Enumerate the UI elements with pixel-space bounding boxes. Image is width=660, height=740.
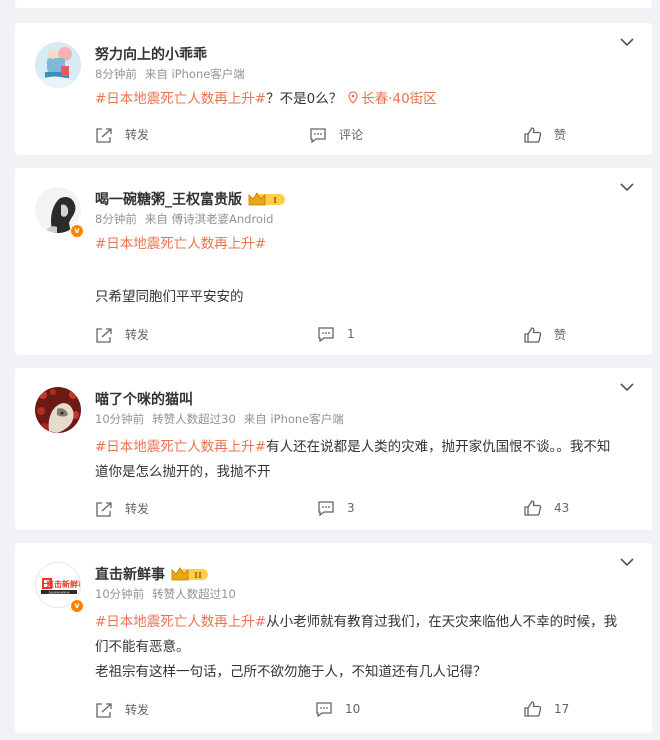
location-pin-icon — [348, 91, 358, 104]
hashtag-link[interactable]: #日本地震死亡人数再上升# — [95, 236, 266, 252]
verified-badge: v — [70, 224, 84, 238]
avatar[interactable] — [35, 42, 81, 88]
chevron-down-icon[interactable] — [618, 555, 636, 569]
post-source: 来自 傅诗淇老婆Android — [144, 212, 274, 226]
like-button[interactable]: 赞 — [524, 126, 566, 143]
comment-count: 3 — [347, 501, 355, 515]
post-text: #日本地震死亡人数再上升#从小老师就有教育过我们，在天灾来临他人不幸的时候，我 … — [95, 610, 635, 685]
post-meta: 10分钟前 转赞人数超过30 来自 iPhone客户端 — [95, 411, 344, 427]
svg-text:I: I — [273, 196, 277, 206]
post-card: 喵了个咪的猫叫 10分钟前 转赞人数超过30 来自 iPhone客户端 #日本地震死… — [15, 368, 652, 530]
thumbs-up-icon — [524, 500, 542, 516]
thumbs-up-icon — [524, 701, 542, 717]
post-text: #日本地震死亡人数再上升#有人还在说都是人类的灾难，抛开家仇国恨不谈。。我不知 … — [95, 435, 635, 485]
avatar-logo-subtext: ZHIJIXINXIANSHI — [48, 590, 69, 594]
post-meta: 10分钟前 转赞人数超过10 — [95, 586, 236, 602]
comment-button[interactable]: 1 — [317, 326, 355, 342]
post-actions: 转发 3 43 — [15, 500, 652, 520]
repost-label: 转发 — [125, 502, 150, 516]
crown-badge-icon[interactable]: II — [171, 566, 209, 582]
repost-count-text: 转赞人数超过30 — [152, 412, 236, 426]
comment-button[interactable]: 3 — [317, 500, 355, 516]
repost-button[interactable]: 转发 — [95, 126, 149, 143]
thumbs-up-icon — [524, 126, 542, 143]
comment-bubble-icon — [318, 327, 334, 342]
chevron-down-icon[interactable] — [618, 35, 636, 49]
comment-count: 1 — [347, 327, 355, 341]
post-actions: 转发 10 17 — [15, 701, 652, 721]
post-card: 努力向上的小乖乖 8分钟前 来自 iPhone客户端 #日本地震死亡人数再上升#？… — [15, 23, 652, 155]
post-text-line: 道你是怎么抛开的，我抛不开 — [95, 464, 271, 480]
post-text-content: ？不是0么？ — [266, 91, 343, 107]
hashtag-link[interactable]: #日本地震死亡人数再上升# — [95, 439, 266, 455]
crown-badge-icon[interactable]: I — [248, 191, 286, 207]
post-time[interactable]: 8分钟前 — [95, 212, 137, 226]
location-link[interactable]: 长春·40街区 — [348, 91, 437, 107]
repost-button[interactable]: 转发 — [95, 326, 149, 343]
post-text-content: 只希望同胞们平平安安的 — [95, 289, 244, 305]
post-text: #日本地震死亡人数再上升#？不是0么？ 长春·40街区 — [95, 87, 635, 112]
comment-label: 评论 — [339, 128, 364, 142]
like-button[interactable]: 17 — [524, 701, 569, 717]
like-count: 17 — [554, 702, 570, 716]
post-time[interactable]: 8分钟前 — [95, 67, 137, 81]
post-text-line: 有人还在说都是人类的灾难，抛开家仇国恨不谈。。我不知 — [266, 439, 611, 455]
svg-text:II: II — [194, 571, 202, 581]
post-actions: 转发 评论 赞 — [15, 126, 652, 146]
post-text-line: 老祖宗有这样一句话，己所不欲勿施于人，不知道还有几人记得？ — [95, 664, 487, 680]
avatar-logo-text: 直击新鲜事 — [46, 579, 81, 589]
comment-count: 10 — [345, 702, 361, 716]
post-time[interactable]: 10分钟前 — [95, 587, 144, 601]
repost-label: 转发 — [125, 328, 150, 342]
like-count: 43 — [554, 501, 570, 515]
username[interactable]: 喝一碗糖粥_王权富贵版 — [95, 192, 242, 208]
hashtag-link[interactable]: #日本地震死亡人数再上升# — [95, 91, 266, 107]
repost-count-text: 转赞人数超过10 — [152, 587, 236, 601]
post-actions: 转发 1 赞 — [15, 326, 652, 346]
comment-bubble-icon — [310, 127, 326, 143]
repost-label: 转发 — [125, 703, 150, 717]
like-label: 赞 — [554, 128, 567, 142]
chevron-down-icon[interactable] — [618, 180, 636, 194]
share-arrow-icon — [96, 702, 112, 718]
share-arrow-icon — [96, 127, 112, 143]
repost-button[interactable]: 转发 — [95, 500, 149, 517]
chevron-down-icon[interactable] — [618, 380, 636, 394]
post-card: v 喝一碗糖粥_王权富贵版 I 8分钟前 来自 傅诗淇老婆Android #日本地震… — [15, 168, 652, 355]
username-row: 喝一碗糖粥_王权富贵版 I — [95, 189, 286, 209]
comment-bubble-icon — [318, 501, 334, 516]
hashtag-link[interactable]: #日本地震死亡人数再上升# — [95, 614, 266, 630]
username[interactable]: 喵了个咪的猫叫 — [95, 389, 193, 409]
comment-button[interactable]: 评论 — [309, 126, 363, 143]
repost-button[interactable]: 转发 — [95, 701, 149, 718]
thumbs-up-icon — [524, 326, 542, 343]
location-label: 长春·40街区 — [361, 91, 437, 107]
post-card: 直击新鲜事 ZHIJIXINXIANSHI v 直击新鲜事 II 10分钟前转赞人… — [15, 543, 652, 733]
post-source: 来自 iPhone客户端 — [243, 412, 344, 426]
like-button[interactable]: 43 — [524, 500, 569, 516]
post-text-line: 从小老师就有教育过我们，在天灾来临他人不幸的时候，我 — [266, 614, 618, 630]
username[interactable]: 直击新鲜事 — [95, 567, 165, 583]
verified-badge: v — [70, 599, 84, 613]
post-meta: 8分钟前 来自 iPhone客户端 — [95, 66, 245, 82]
post-meta: 8分钟前 来自 傅诗淇老婆Android — [95, 211, 273, 227]
post-text-line: 们不能有恶意。 — [95, 639, 190, 655]
repost-label: 转发 — [125, 128, 150, 142]
comment-bubble-icon — [316, 702, 332, 717]
comment-button[interactable]: 10 — [315, 701, 360, 717]
post-text: 只希望同胞们平平安安的 — [95, 285, 635, 310]
like-button[interactable]: 赞 — [524, 326, 566, 343]
like-label: 赞 — [554, 328, 567, 342]
avatar[interactable] — [35, 387, 81, 433]
post-source: 来自 iPhone客户端 — [144, 67, 245, 81]
username[interactable]: 努力向上的小乖乖 — [95, 44, 207, 64]
post-text: #日本地震死亡人数再上升# — [95, 232, 635, 257]
username-row: 直击新鲜事 II — [95, 564, 209, 584]
share-arrow-icon — [96, 327, 112, 343]
share-arrow-icon — [96, 501, 112, 517]
previous-card-edge — [15, 0, 652, 8]
post-time[interactable]: 10分钟前 — [95, 412, 144, 426]
